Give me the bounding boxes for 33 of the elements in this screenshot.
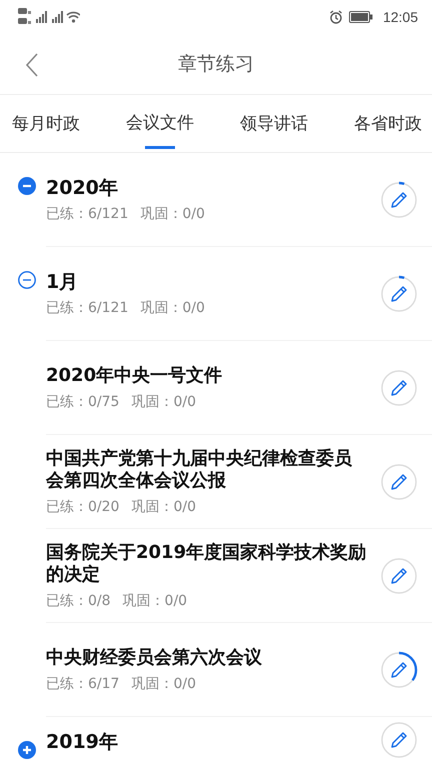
practiced-count: 已练：6/17: [46, 674, 120, 692]
battery-icon: [348, 11, 373, 23]
collapse-icon[interactable]: [18, 271, 36, 289]
practiced-count: 已练：6/121: [46, 204, 128, 222]
expand-icon[interactable]: [18, 741, 36, 759]
chapter-title[interactable]: 中央财经委员会第六次会议: [46, 646, 368, 668]
practiced-count: 已练：0/20: [46, 498, 120, 516]
consolidated-count: 巩固：0/0: [131, 498, 196, 516]
practice-button[interactable]: [380, 274, 418, 312]
practice-button[interactable]: [380, 650, 418, 688]
tab[interactable]: 领导讲话: [234, 95, 314, 152]
chapter-title[interactable]: 国务院关于2019年度国家科学技术奖励的决定: [46, 542, 368, 586]
collapse-icon[interactable]: [18, 177, 36, 195]
practiced-count: 已练：0/8: [46, 592, 111, 610]
consolidated-count: 巩固：0/0: [140, 204, 205, 222]
consolidated-count: 巩固：0/0: [140, 298, 205, 316]
chapter-title[interactable]: 中国共产党第十九届中央纪律检查委员会第四次全体会议公报: [46, 448, 368, 492]
practice-button[interactable]: [380, 180, 418, 218]
practiced-count: 已练：6/121: [46, 298, 128, 316]
tab[interactable]: 每月时政: [6, 95, 86, 152]
sim-signal-icon: [18, 7, 80, 27]
practiced-count: 已练：0/75: [46, 392, 120, 410]
chapter-title[interactable]: 2020年: [46, 176, 368, 198]
chapter-title[interactable]: 1月: [46, 270, 368, 292]
consolidated-count: 巩固：0/0: [131, 674, 196, 692]
alarm-icon: [328, 10, 343, 24]
chapter-title[interactable]: 2020年中央一号文件: [46, 364, 368, 386]
chapter-title[interactable]: 2019年: [46, 731, 368, 753]
page-title: 章节练习: [178, 52, 254, 77]
consolidated-count: 巩固：0/0: [122, 592, 188, 610]
status-time: 12:05: [382, 9, 418, 25]
consolidated-count: 巩固：0/0: [131, 392, 196, 410]
tab[interactable]: 各省时政: [348, 95, 428, 152]
